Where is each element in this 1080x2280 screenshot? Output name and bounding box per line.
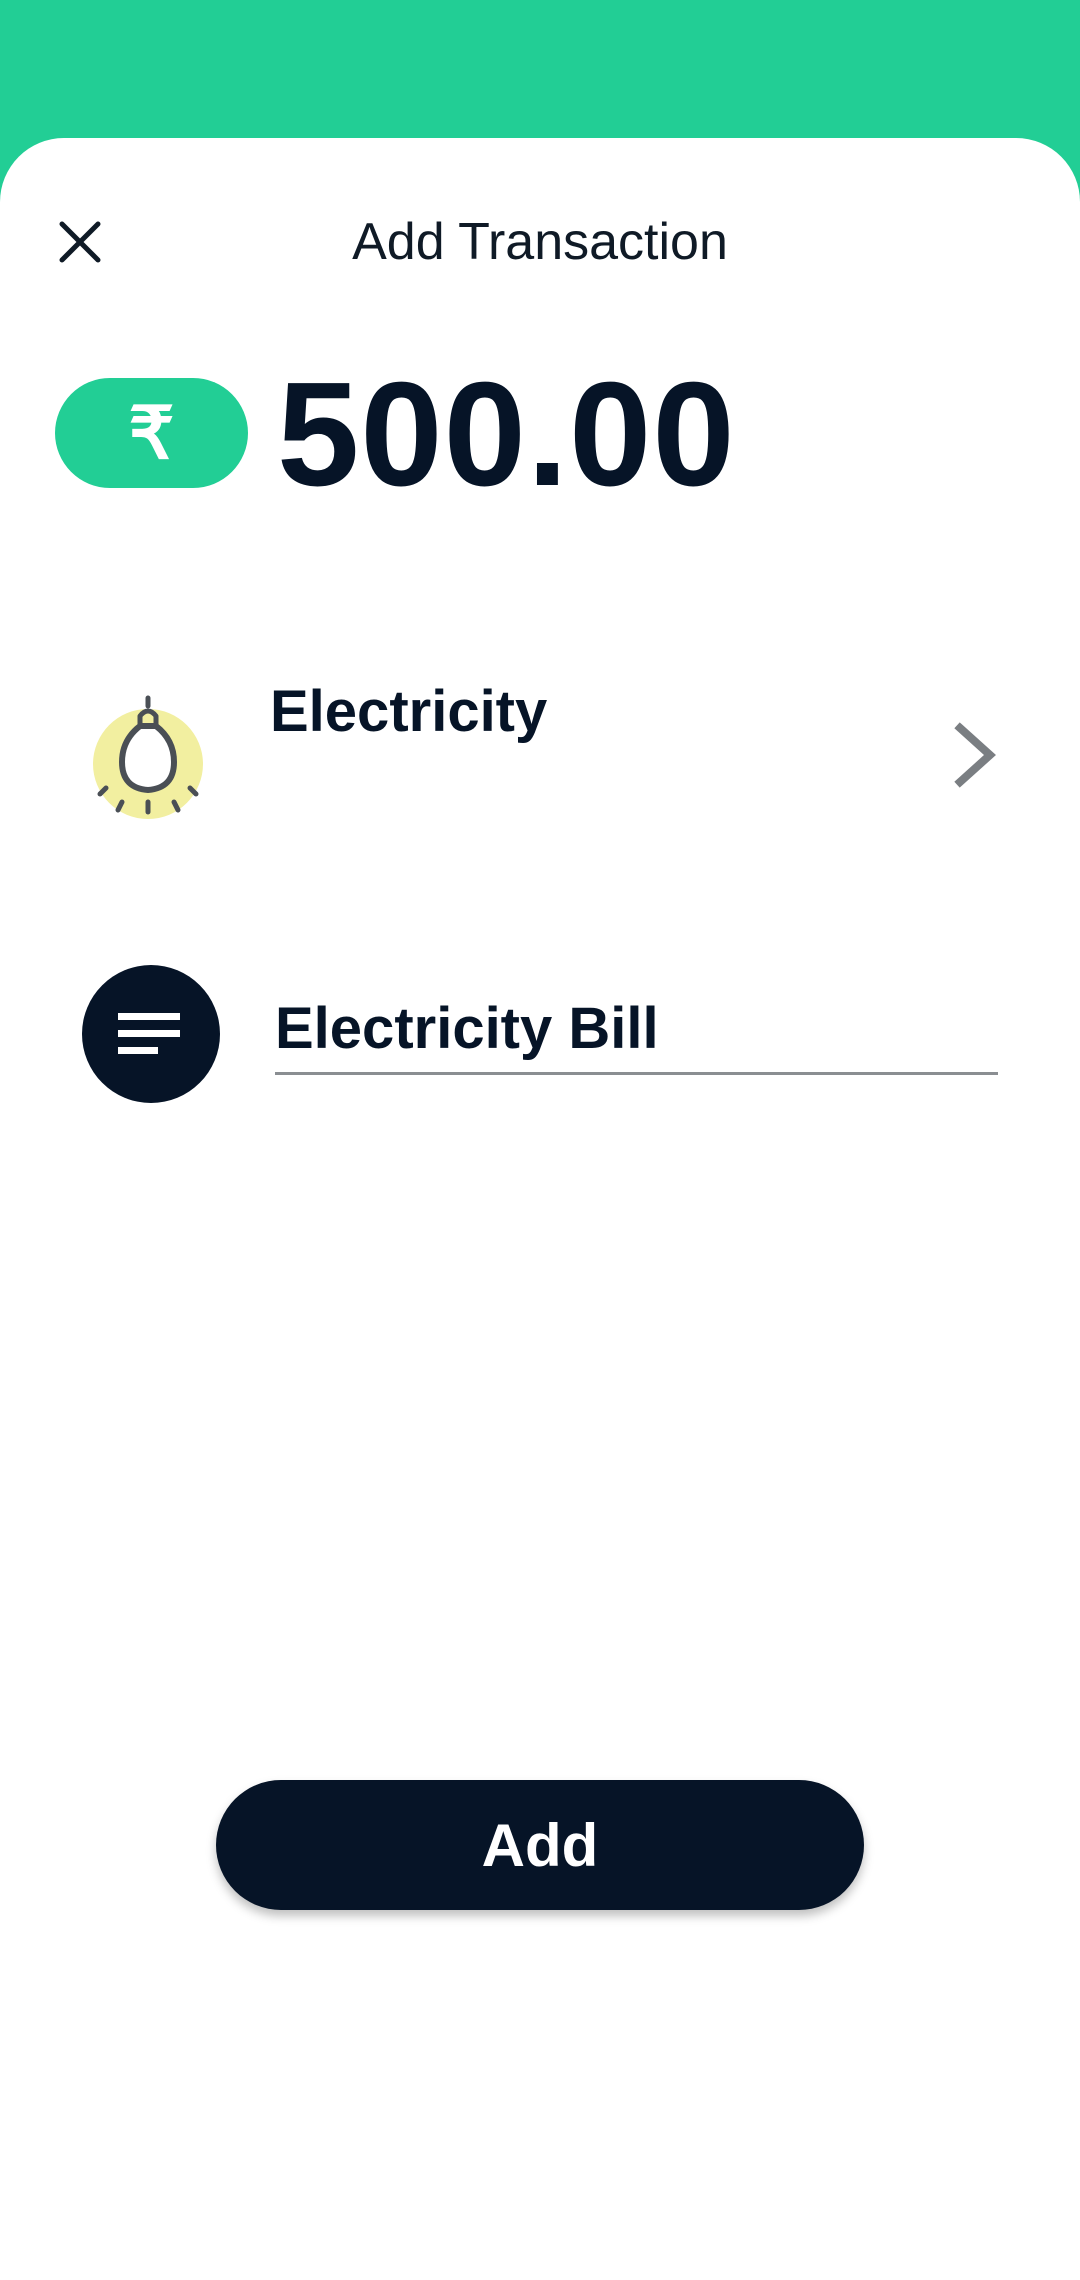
add-button[interactable]: Add	[216, 1780, 864, 1910]
note-row	[60, 955, 1020, 1125]
chevron-right-icon	[954, 722, 996, 788]
notes-icon	[82, 965, 220, 1103]
currency-selector[interactable]: ₹	[55, 378, 248, 488]
category-label: Electricity	[270, 679, 548, 744]
note-input[interactable]	[275, 985, 998, 1075]
category-selector[interactable]: Electricity	[60, 660, 1020, 850]
page-title: Add Transaction	[352, 213, 728, 271]
close-icon	[59, 221, 101, 263]
lightbulb-icon	[88, 692, 218, 822]
sheet-header: Add Transaction	[0, 180, 1080, 305]
close-button[interactable]	[40, 202, 120, 282]
amount-value[interactable]: 500.00	[277, 360, 736, 510]
rupee-icon: ₹	[128, 394, 175, 474]
amount-row: ₹ 500.00	[55, 360, 1035, 510]
